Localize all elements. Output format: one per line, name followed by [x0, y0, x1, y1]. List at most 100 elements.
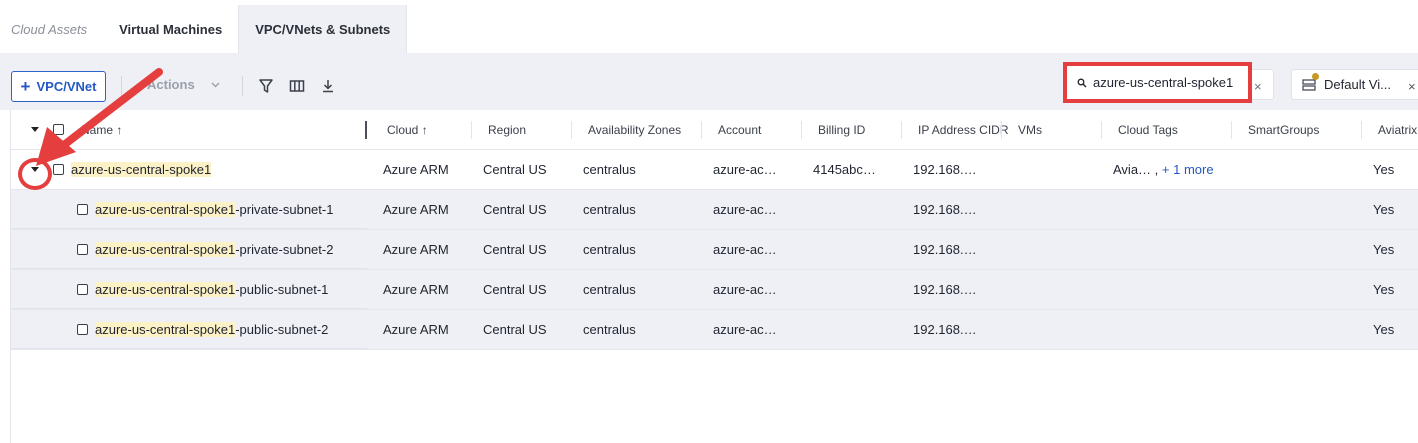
column-header-region[interactable]: Region: [488, 123, 526, 137]
row-az: centralus: [583, 242, 636, 257]
row-name: azure-us-central-spoke1-public-subnet-2: [95, 322, 329, 337]
column-divider: [1231, 121, 1232, 139]
row-cloud: Azure ARM: [383, 202, 449, 217]
view-selector[interactable]: Default Vi...: [1291, 69, 1418, 100]
column-divider: [471, 121, 472, 139]
row-account: azure-ac…: [713, 322, 777, 337]
table-header: Name ↑ Cloud ↑ Region Availability Zones…: [11, 110, 1418, 150]
row-region: Central US: [483, 282, 547, 297]
more-tags-link[interactable]: + 1 more: [1162, 162, 1214, 177]
download-icon[interactable]: [319, 77, 337, 95]
row-checkbox[interactable]: [77, 204, 88, 215]
column-header-availability-zones[interactable]: Availability Zones: [588, 123, 681, 137]
toolbar-divider: [121, 76, 122, 96]
row-region: Central US: [483, 162, 547, 177]
tab-virtual-machines[interactable]: Virtual Machines: [103, 5, 238, 53]
row-name: azure-us-central-spoke1-public-subnet-1: [95, 282, 329, 297]
row-account: azure-ac…: [713, 162, 777, 177]
view-label: Default Vi...: [1324, 77, 1391, 92]
table-row[interactable]: azure-us-central-spoke1-private-subnet-1…: [11, 190, 1418, 230]
row-aviatrix: Yes: [1373, 282, 1395, 297]
row-cidr: 192.168.…: [913, 322, 977, 337]
column-divider: [1001, 121, 1002, 139]
toolbar: + VPC/VNet Actions × Default Vi... ×: [0, 53, 1418, 110]
row-checkbox[interactable]: [77, 284, 88, 295]
actions-label: Actions: [147, 77, 195, 92]
search-input[interactable]: [1093, 75, 1243, 90]
column-divider: [1101, 121, 1102, 139]
view-close-button[interactable]: ×: [1408, 79, 1416, 94]
row-cloud: Azure ARM: [383, 162, 449, 177]
column-header-cloud-tags[interactable]: Cloud Tags: [1118, 123, 1178, 137]
column-header-ip-cidr[interactable]: IP Address CIDR: [918, 123, 1008, 137]
annotation-circle: [18, 158, 52, 190]
row-cloud: Azure ARM: [383, 242, 449, 257]
column-header-cloud[interactable]: Cloud ↑: [387, 123, 428, 137]
row-region: Central US: [483, 202, 547, 217]
column-header-vms[interactable]: VMs: [1018, 123, 1042, 137]
column-divider: [1361, 121, 1362, 139]
row-region: Central US: [483, 242, 547, 257]
column-header-billing-id[interactable]: Billing ID: [818, 123, 865, 137]
row-billing: 4145abc…: [813, 162, 876, 177]
column-header-aviatrix[interactable]: Aviatrix: [1378, 123, 1417, 137]
row-account: azure-ac…: [713, 242, 777, 257]
row-az: centralus: [583, 282, 636, 297]
table-row-parent[interactable]: azure-us-central-spoke1 Azure ARM Centra…: [11, 150, 1418, 190]
add-vpc-button[interactable]: + VPC/VNet: [11, 71, 106, 102]
row-az: centralus: [583, 202, 636, 217]
column-header-smartgroups[interactable]: SmartGroups: [1248, 123, 1319, 137]
row-cidr: 192.168.…: [913, 282, 977, 297]
toolbar-divider: [242, 76, 243, 96]
row-tags: Avia… , + 1 more: [1113, 162, 1214, 177]
chevron-down-icon: [211, 82, 220, 87]
column-divider: [701, 121, 702, 139]
add-vpc-label: VPC/VNet: [36, 79, 97, 94]
row-region: Central US: [483, 322, 547, 337]
row-account: azure-ac…: [713, 202, 777, 217]
table-row[interactable]: azure-us-central-spoke1-public-subnet-1 …: [11, 270, 1418, 310]
row-aviatrix: Yes: [1373, 242, 1395, 257]
row-cloud: Azure ARM: [383, 322, 449, 337]
sort-up-icon: ↑: [421, 123, 428, 137]
column-divider: [571, 121, 572, 139]
row-name: azure-us-central-spoke1: [71, 162, 212, 177]
table-row[interactable]: azure-us-central-spoke1-public-subnet-2 …: [11, 310, 1418, 350]
row-account: azure-ac…: [713, 282, 777, 297]
search-clear-button[interactable]: ×: [1254, 79, 1262, 94]
column-divider: [801, 121, 802, 139]
tab-cloud-assets[interactable]: Cloud Assets: [0, 5, 103, 53]
column-divider: [901, 121, 902, 139]
plus-icon: +: [20, 77, 31, 96]
row-checkbox[interactable]: [77, 244, 88, 255]
actions-dropdown[interactable]: Actions: [147, 77, 220, 92]
table-row[interactable]: azure-us-central-spoke1-private-subnet-2…: [11, 230, 1418, 270]
filter-icon[interactable]: [257, 77, 275, 95]
column-resize-handle[interactable]: [365, 121, 367, 139]
row-az: centralus: [583, 162, 636, 177]
row-cloud: Azure ARM: [383, 282, 449, 297]
row-name: azure-us-central-spoke1-private-subnet-2: [95, 242, 334, 257]
column-header-account[interactable]: Account: [718, 123, 761, 137]
view-modified-dot: [1312, 73, 1319, 80]
row-aviatrix: Yes: [1373, 202, 1395, 217]
row-checkbox[interactable]: [53, 164, 64, 175]
row-name: azure-us-central-spoke1-private-subnet-1: [95, 202, 334, 217]
columns-icon[interactable]: [288, 77, 306, 95]
row-aviatrix: Yes: [1373, 322, 1395, 337]
vpc-table: Name ↑ Cloud ↑ Region Availability Zones…: [10, 110, 1418, 443]
column-header-name[interactable]: Name ↑: [81, 123, 122, 137]
row-checkbox[interactable]: [77, 324, 88, 335]
collapse-all-icon[interactable]: [31, 127, 39, 132]
row-cidr: 192.168.…: [913, 162, 977, 177]
tab-vpc-vnets-subnets[interactable]: VPC/VNets & Subnets: [238, 5, 408, 53]
row-aviatrix: Yes: [1373, 162, 1395, 177]
tab-bar: Cloud Assets Virtual Machines VPC/VNets …: [0, 5, 1418, 53]
select-all-checkbox[interactable]: [53, 124, 64, 135]
view-list-icon: [1302, 78, 1316, 91]
sort-up-icon: ↑: [116, 123, 123, 137]
row-cidr: 192.168.…: [913, 202, 977, 217]
row-cidr: 192.168.…: [913, 242, 977, 257]
search-icon: [1077, 78, 1087, 87]
search-field[interactable]: [1063, 62, 1252, 103]
